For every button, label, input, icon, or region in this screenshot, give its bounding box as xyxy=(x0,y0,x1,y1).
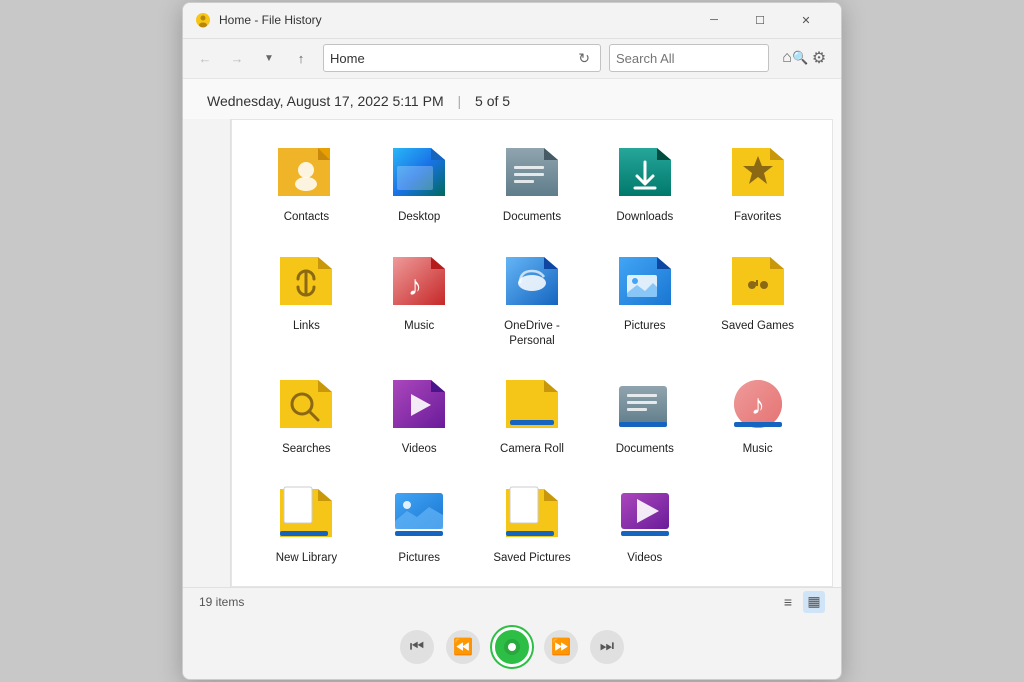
list-item[interactable]: New Library xyxy=(252,473,361,574)
downloads-icon xyxy=(613,140,677,204)
videos-icon xyxy=(387,372,451,436)
address-bar-container: ↻ xyxy=(323,44,601,72)
grid-view-button[interactable]: ▦ xyxy=(803,591,825,613)
savedpictures-icon xyxy=(500,481,564,545)
lib-videos-label: Videos xyxy=(627,551,662,566)
main-area: Contacts xyxy=(183,119,841,588)
sidebar xyxy=(183,119,231,588)
music-label: Music xyxy=(404,319,434,334)
desktop-label: Desktop xyxy=(398,210,440,225)
play-button[interactable] xyxy=(492,627,532,667)
content-area: Contacts xyxy=(231,119,833,588)
prev-button[interactable]: ⏪ xyxy=(446,630,480,664)
list-item[interactable]: OneDrive - Personal xyxy=(478,241,587,357)
list-item[interactable]: Saved Games xyxy=(703,241,812,357)
savedgames-label: Saved Games xyxy=(721,319,794,334)
toolbar: ← → ▼ ↑ ↻ 🔍 ⌂ ⚙ xyxy=(183,39,841,79)
window-title: Home - File History xyxy=(219,13,691,27)
list-item[interactable]: Saved Pictures xyxy=(478,473,587,574)
refresh-icon[interactable]: ↻ xyxy=(574,50,594,67)
pictures-label: Pictures xyxy=(624,319,666,334)
searches-icon xyxy=(274,372,338,436)
list-item[interactable]: ♪ Music xyxy=(365,241,474,357)
list-item[interactable]: Documents xyxy=(478,132,587,233)
first-button[interactable]: ⏮ xyxy=(400,630,434,664)
newlibrary-icon xyxy=(274,481,338,545)
search-input[interactable] xyxy=(616,51,792,66)
minimize-button[interactable]: ─ xyxy=(691,2,737,38)
lib-pictures-icon xyxy=(387,481,451,545)
date-text: Wednesday, August 17, 2022 5:11 PM xyxy=(207,93,444,109)
next-button[interactable]: ⏩ xyxy=(544,630,578,664)
music-icon: ♪ xyxy=(387,249,451,313)
documents-icon xyxy=(500,140,564,204)
window-icon xyxy=(195,12,211,28)
lib-pictures-label: Pictures xyxy=(398,551,440,566)
cameraroll-label: Camera Roll xyxy=(500,442,564,457)
up-button[interactable]: ↑ xyxy=(287,44,315,72)
title-bar: Home - File History ─ ☐ ✕ xyxy=(183,3,841,39)
onedrive-icon xyxy=(500,249,564,313)
list-item[interactable]: Downloads xyxy=(590,132,699,233)
cameraroll-icon xyxy=(500,372,564,436)
address-input[interactable] xyxy=(330,51,574,66)
date-bar: Wednesday, August 17, 2022 5:11 PM | 5 o… xyxy=(183,79,841,119)
list-item[interactable]: Videos xyxy=(590,473,699,574)
forward-button[interactable]: → xyxy=(223,44,251,72)
svg-text:♪: ♪ xyxy=(408,271,422,302)
search-container: 🔍 xyxy=(609,44,769,72)
list-item[interactable]: Videos xyxy=(365,364,474,465)
savedgames-icon xyxy=(726,249,790,313)
list-view-button[interactable]: ≡ xyxy=(777,591,799,613)
version-text: 5 of 5 xyxy=(475,93,510,109)
view-buttons: ≡ ▦ xyxy=(777,591,825,613)
list-item[interactable]: Desktop xyxy=(365,132,474,233)
searches-label: Searches xyxy=(282,442,331,457)
onedrive-label: OneDrive - Personal xyxy=(492,319,572,349)
home-icon-button[interactable]: ⌂ xyxy=(773,44,801,72)
close-button[interactable]: ✕ xyxy=(783,2,829,38)
contacts-label: Contacts xyxy=(284,210,329,225)
lib-documents-icon xyxy=(613,372,677,436)
documents-label: Documents xyxy=(503,210,561,225)
lib-music-icon: ♪ xyxy=(726,372,790,436)
back-button[interactable]: ← xyxy=(191,44,219,72)
list-item[interactable]: Pictures xyxy=(365,473,474,574)
svg-text:♪: ♪ xyxy=(751,390,765,421)
maximize-button[interactable]: ☐ xyxy=(737,2,783,38)
status-bar: 19 items ≡ ▦ xyxy=(183,587,841,615)
list-item[interactable]: Pictures xyxy=(590,241,699,357)
desktop-icon xyxy=(387,140,451,204)
play-icon xyxy=(501,636,523,658)
contacts-icon xyxy=(274,140,338,204)
dropdown-button[interactable]: ▼ xyxy=(255,44,283,72)
settings-icon-button[interactable]: ⚙ xyxy=(805,44,833,72)
item-count: 19 items xyxy=(199,595,244,609)
videos-label: Videos xyxy=(402,442,437,457)
list-item[interactable]: Favorites xyxy=(703,132,812,233)
last-button[interactable]: ⏭ xyxy=(590,630,624,664)
favorites-label: Favorites xyxy=(734,210,781,225)
savedpictures-label: Saved Pictures xyxy=(493,551,570,566)
bottom-nav: ⏮ ⏪ ⏩ ⏭ xyxy=(183,615,841,679)
main-window: Home - File History ─ ☐ ✕ ← → ▼ ↑ ↻ 🔍 ⌂ … xyxy=(182,2,842,681)
icon-grid: Contacts xyxy=(252,132,812,575)
window-controls: ─ ☐ ✕ xyxy=(691,2,829,38)
list-item[interactable]: ♪ Music xyxy=(703,364,812,465)
lib-videos-icon xyxy=(613,481,677,545)
pictures-icon xyxy=(613,249,677,313)
lib-music-label: Music xyxy=(743,442,773,457)
date-separator: | xyxy=(458,93,462,109)
list-item[interactable]: Links xyxy=(252,241,361,357)
downloads-label: Downloads xyxy=(616,210,673,225)
lib-documents-label: Documents xyxy=(616,442,674,457)
newlibrary-label: New Library xyxy=(276,551,337,566)
list-item[interactable]: Camera Roll xyxy=(478,364,587,465)
list-item[interactable]: Contacts xyxy=(252,132,361,233)
links-icon xyxy=(274,249,338,313)
favorites-icon xyxy=(726,140,790,204)
list-item[interactable]: Searches xyxy=(252,364,361,465)
list-item[interactable]: Documents xyxy=(590,364,699,465)
links-label: Links xyxy=(293,319,320,334)
